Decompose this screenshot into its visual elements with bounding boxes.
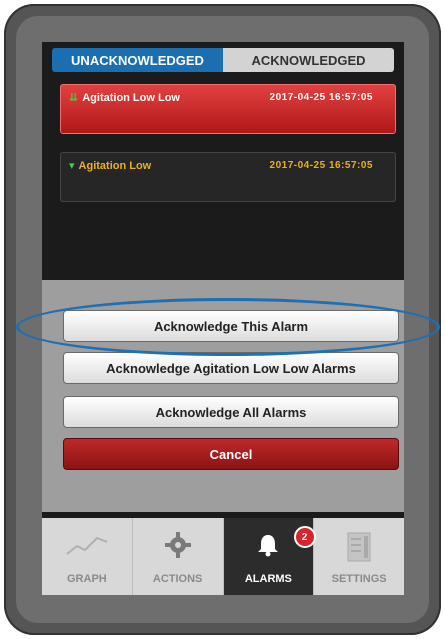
nav-settings[interactable]: SETTINGS (314, 518, 404, 595)
nav-graph[interactable]: GRAPH (42, 518, 133, 595)
nav-alarms-label: ALARMS (244, 573, 292, 585)
nav-actions[interactable]: ACTIONS (133, 518, 224, 595)
nav-settings-label: SETTINGS (331, 573, 387, 585)
alarm-count-badge: 2 (293, 526, 316, 548)
tab-acknowledged[interactable]: ACKNOWLEDGED (223, 48, 394, 72)
alarm-item[interactable]: ⇊ Agitation Low Low 2017-04-25 16:57:05 (60, 84, 396, 134)
nav-actions-label: ACTIONS (152, 573, 203, 585)
alarm-item[interactable]: ▾ Agitation Low 2017-04-25 16:57:05 (60, 152, 396, 202)
acknowledge-group-alarms-button[interactable]: Acknowledge Agitation Low Low Alarms (63, 352, 399, 384)
double-chevron-down-icon: ⇊ (69, 92, 79, 104)
line-graph-icon (66, 536, 108, 555)
nav-graph-label: GRAPH (67, 573, 107, 585)
bell-icon (258, 535, 279, 557)
gear-icon (164, 532, 191, 558)
chevron-down-icon: ▾ (69, 160, 75, 172)
alarm-tabs: UNACKNOWLEDGED ACKNOWLEDGED (52, 48, 394, 72)
highlight-ellipse (16, 298, 440, 356)
acknowledge-all-alarms-button[interactable]: Acknowledge All Alarms (63, 396, 399, 428)
alarm-timestamp: 2017-04-25 16:57:05 (269, 92, 373, 103)
alarm-name: ⇊ Agitation Low Low (69, 92, 180, 104)
cancel-button[interactable]: Cancel (63, 438, 399, 470)
alarm-timestamp: 2017-04-25 16:57:05 (269, 160, 373, 171)
bottom-nav: GRAPH ACTIONS 2 ALARMS SETTINGS (42, 518, 404, 595)
settings-panel-icon (347, 532, 371, 562)
tab-unacknowledged[interactable]: UNACKNOWLEDGED (52, 48, 223, 72)
nav-alarms[interactable]: 2 ALARMS (223, 518, 316, 595)
alarm-name: ▾ Agitation Low (69, 160, 152, 172)
